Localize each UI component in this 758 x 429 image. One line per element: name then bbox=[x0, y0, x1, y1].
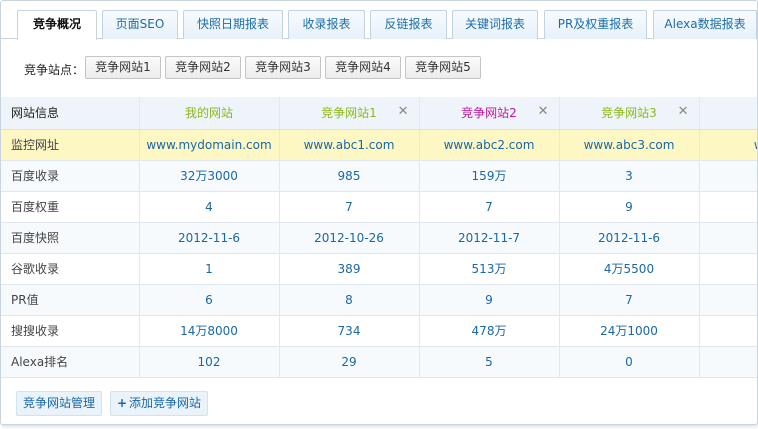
table-cell: 4 bbox=[139, 190, 280, 222]
table-cell: 7 bbox=[419, 190, 560, 222]
table-cell: 102 bbox=[139, 345, 280, 378]
table-cell: 3 bbox=[559, 159, 700, 191]
table-cell: 9 bbox=[559, 190, 700, 222]
remove-column-close-icon[interactable]: ✕ bbox=[678, 105, 689, 119]
table-cell: 513万 bbox=[419, 252, 560, 284]
table-cell: 32万3000 bbox=[139, 159, 280, 191]
tab-index-report[interactable]: 收录报表 bbox=[288, 10, 365, 39]
table-cell[interactable]: www.abc1.com bbox=[279, 128, 420, 160]
table-cell: 24万1000 bbox=[559, 314, 700, 346]
table-cell: 985 bbox=[279, 159, 420, 191]
table-row: 百度快照 2012-11-6 2012-10-26 2012-11-7 2012-11-… bbox=[1, 221, 757, 253]
table-cell: 29 bbox=[279, 345, 420, 378]
table-cell: 478万 bbox=[419, 314, 560, 346]
table-row: 谷歌收录 1 389 513万 4万5500 bbox=[1, 252, 757, 284]
row-label: Alexa排名 bbox=[1, 345, 140, 378]
table-cell: 2012-11-7 bbox=[419, 221, 560, 253]
row-label: 监控网址 bbox=[1, 128, 140, 160]
competitor-site-button-2[interactable]: 竞争网站2 bbox=[165, 56, 241, 79]
table-cell: 7 bbox=[279, 190, 420, 222]
competitor-site-button-1[interactable]: 竞争网站1 bbox=[85, 56, 161, 79]
add-competitor-label: 添加竞争网站 bbox=[129, 396, 202, 410]
competitor-site-button-5[interactable]: 竞争网站5 bbox=[405, 56, 481, 79]
table-row: 搜搜收录14万8000734478万24万10008万 bbox=[1, 314, 757, 346]
column-header: 竞争网站2 ✕ bbox=[419, 97, 560, 130]
table-cell: 1 bbox=[139, 252, 280, 284]
row-label: 百度快照 bbox=[1, 221, 140, 253]
header-label: 网站信息 bbox=[1, 97, 140, 130]
table-cell[interactable]: www.abc3.com bbox=[559, 128, 700, 160]
table-cell: 201 bbox=[699, 221, 757, 253]
row-label: 谷歌收录 bbox=[1, 252, 140, 284]
table-row: 监控网址 www.mydomain.com www.abc1.com www.abc2… bbox=[1, 128, 757, 160]
column-header: 竞争 bbox=[699, 97, 757, 130]
tab-keyword-report[interactable]: 关键词报表 bbox=[452, 10, 538, 39]
table-cell bbox=[699, 159, 757, 191]
column-header-name: 竞争网站3 bbox=[601, 106, 657, 121]
tab-snapshot-date-report[interactable]: 快照日期报表 bbox=[183, 10, 283, 39]
tab-backlink-report[interactable]: 反链报表 bbox=[370, 10, 447, 39]
row-label: 百度收录 bbox=[1, 159, 140, 191]
competitor-site-button-4[interactable]: 竞争网站4 bbox=[325, 56, 401, 79]
column-header: 竞争网站3 ✕ bbox=[559, 97, 700, 130]
table-cell: 159万 bbox=[419, 159, 560, 191]
table-cell: 6 bbox=[139, 283, 280, 315]
remove-column-close-icon[interactable]: ✕ bbox=[538, 105, 549, 119]
table-header-row: 网站信息 我的网站 竞争网站1 ✕ 竞争网站2 ✕ 竞争网站3 ✕ 竞争 bbox=[1, 97, 757, 130]
table-cell: 2012-10-26 bbox=[279, 221, 420, 253]
plus-icon: + bbox=[116, 396, 128, 410]
table-row: 百度权重 4 7 7 9 bbox=[1, 190, 757, 222]
table-cell: 4万5500 bbox=[559, 252, 700, 284]
table-cell: 2012-11-6 bbox=[139, 221, 280, 253]
table-cell bbox=[699, 283, 757, 315]
manage-competitors-button[interactable]: 竞争网站管理 bbox=[16, 391, 102, 416]
table-cell: 0 bbox=[559, 345, 700, 378]
tab-page-seo[interactable]: 页面SEO bbox=[102, 10, 178, 39]
table-cell bbox=[699, 252, 757, 284]
row-label: PR值 bbox=[1, 283, 140, 315]
competitor-site-bar: 竞争站点： 竞争网站1 竞争网站2 竞争网站3 竞争网站4 竞争网站5 bbox=[1, 40, 757, 96]
row-label: 百度权重 bbox=[1, 190, 140, 222]
table-cell[interactable]: www. bbox=[699, 128, 757, 160]
competitor-panel: 竞争概况 页面SEO 快照日期报表 收录报表 反链报表 关键词报表 PR及权重报… bbox=[0, 0, 758, 425]
table-cell[interactable]: www.abc2.com bbox=[419, 128, 560, 160]
column-header: 竞争网站1 ✕ bbox=[279, 97, 420, 130]
table-row: 百度收录 32万3000 985 159万 3 bbox=[1, 159, 757, 191]
row-label: 搜搜收录 bbox=[1, 314, 140, 346]
table-cell: 9 bbox=[419, 283, 560, 315]
table-cell: 14万8000 bbox=[139, 314, 280, 346]
comparison-table: 网站信息我的网站竞争网站1✕竞争网站2✕竞争网站3✕竞争监控网址www.mydo… bbox=[1, 97, 757, 378]
table-cell: 734 bbox=[279, 314, 420, 346]
tab-competition-overview[interactable]: 竞争概况 bbox=[17, 10, 97, 40]
tab-bar: 竞争概况 页面SEO 快照日期报表 收录报表 反链报表 关键词报表 PR及权重报… bbox=[1, 1, 757, 40]
competitor-sites-label: 竞争站点： bbox=[24, 63, 85, 77]
table-cell: 2012-11-6 bbox=[559, 221, 700, 253]
table-cell: 8万 bbox=[699, 314, 757, 346]
table-cell: 7 bbox=[559, 283, 700, 315]
table-cell[interactable]: www.mydomain.com bbox=[139, 128, 280, 160]
table-row: Alexa排名 102 29 5 0 bbox=[1, 345, 757, 378]
column-header-name: 竞争网站2 bbox=[461, 106, 517, 121]
table-cell bbox=[699, 345, 757, 378]
table-row: PR值 6 8 9 7 bbox=[1, 283, 757, 315]
table-cell: 8 bbox=[279, 283, 420, 315]
table-cell: 5 bbox=[419, 345, 560, 378]
remove-column-close-icon[interactable]: ✕ bbox=[398, 105, 409, 119]
column-header: 我的网站 bbox=[139, 97, 280, 130]
column-header-name: 竞争网站1 bbox=[321, 106, 377, 121]
table-cell: 389 bbox=[279, 252, 420, 284]
tab-alexa-report[interactable]: Alexa数据报表 bbox=[653, 10, 757, 39]
add-competitor-button[interactable]: + 添加竞争网站 bbox=[110, 391, 208, 416]
column-header-name: 我的网站 bbox=[184, 106, 233, 121]
table-cell bbox=[699, 190, 757, 222]
tab-pr-weight-report[interactable]: PR及权重报表 bbox=[544, 10, 647, 39]
competitor-site-button-3[interactable]: 竞争网站3 bbox=[245, 56, 321, 79]
